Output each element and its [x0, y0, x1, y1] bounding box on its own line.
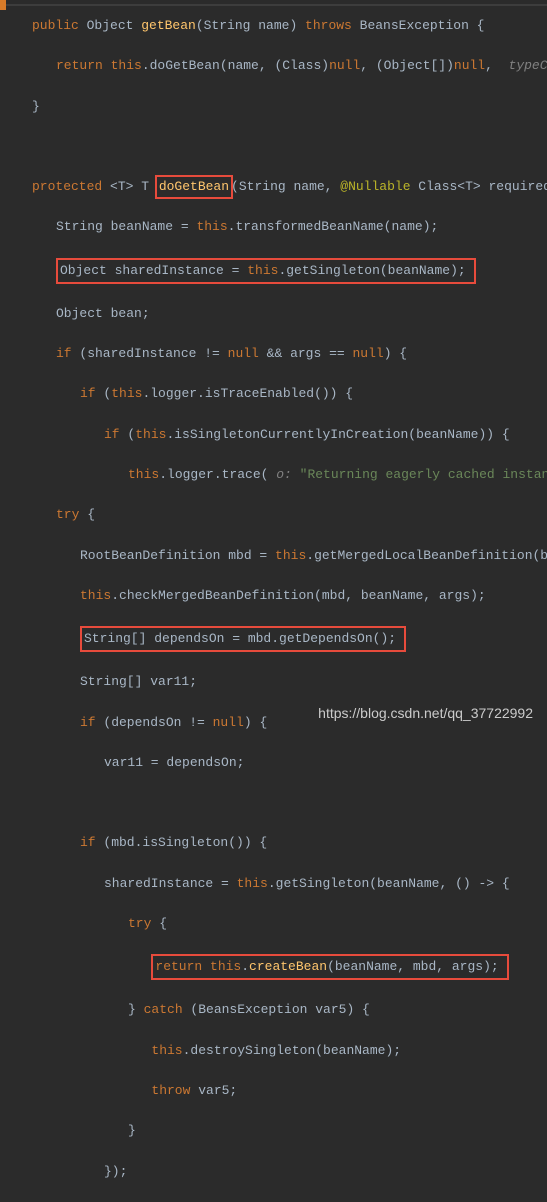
code-line: try { — [8, 505, 547, 525]
code-line: } — [8, 97, 547, 117]
code-line: } catch (BeansException var5) { — [8, 1000, 547, 1020]
code-line: this.logger.trace( o: "Returning eagerly… — [8, 465, 547, 485]
highlight-createbean: return this.createBean(beanName, mbd, ar… — [151, 954, 508, 980]
code-line: public Object getBean(String name) throw… — [8, 16, 547, 36]
code-line: if (sharedInstance != null && args == nu… — [8, 344, 547, 364]
code-line: return this.createBean(beanName, mbd, ar… — [8, 954, 547, 980]
watermark: https://blog.csdn.net/qq_37722992 — [318, 703, 533, 725]
highlight-getsingleton: Object sharedInstance = this.getSingleto… — [56, 258, 476, 284]
code-line — [8, 137, 547, 157]
code-line: this.checkMergedBeanDefinition(mbd, bean… — [8, 586, 547, 606]
code-line: if (this.logger.isTraceEnabled()) { — [8, 384, 547, 404]
code-line: Object bean; — [8, 304, 547, 324]
code-line: if (mbd.isSingleton()) { — [8, 833, 547, 853]
code-line: throw var5; — [8, 1081, 547, 1101]
code-line: Object sharedInstance = this.getSingleto… — [8, 258, 547, 284]
code-line: String[] var11; — [8, 672, 547, 692]
code-line: if (this.isSingletonCurrentlyInCreation(… — [8, 425, 547, 445]
highlight-dependson: String[] dependsOn = mbd.getDependsOn(); — [80, 626, 406, 652]
code-line: return this.doGetBean(name, (Class)null,… — [8, 56, 547, 76]
code-line: protected <T> T doGetBean(String name, @… — [8, 177, 547, 197]
code-line: this.destroySingleton(beanName); — [8, 1041, 547, 1061]
code-line: } — [8, 1121, 547, 1141]
code-line: }); — [8, 1162, 547, 1182]
code-line: String beanName = this.transformedBeanNa… — [8, 217, 547, 237]
code-line: sharedInstance = this.getSingleton(beanN… — [8, 874, 547, 894]
code-line — [8, 793, 547, 813]
gutter-marker — [0, 0, 6, 10]
code-editor[interactable]: public Object getBean(String name) throw… — [8, 16, 547, 1202]
editor-top-border — [0, 4, 547, 6]
code-line: try { — [8, 914, 547, 934]
code-line: RootBeanDefinition mbd = this.getMergedL… — [8, 546, 547, 566]
code-line: var11 = dependsOn; — [8, 753, 547, 773]
code-line: String[] dependsOn = mbd.getDependsOn(); — [8, 626, 547, 652]
highlight-dogetbean: doGetBean — [155, 175, 233, 199]
